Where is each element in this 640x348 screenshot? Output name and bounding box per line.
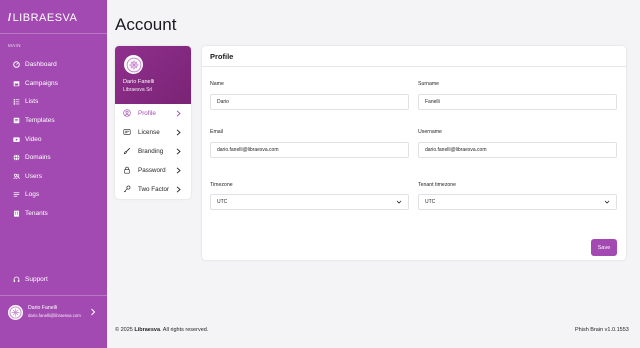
chevron-right-icon — [176, 129, 181, 136]
sidebar-item-label: Users — [25, 172, 42, 180]
sidebar-item-support[interactable]: Support — [13, 273, 48, 285]
chevron-right-icon — [176, 110, 181, 117]
current-user-name: Dario Fanelli — [28, 305, 58, 311]
sidebar-item-users[interactable]: Users — [13, 170, 42, 182]
current-user-menu[interactable]: Dario Fanelli dario.fanelli@libraesva.co… — [8, 303, 100, 321]
globe-icon — [13, 153, 20, 161]
profile-avatar — [124, 55, 143, 74]
license-icon — [123, 128, 131, 136]
email-label: Email — [210, 129, 223, 135]
app-version: Phish Brain v1.0.1553 — [575, 327, 629, 333]
sidebar-section-label: MAIN — [8, 43, 21, 48]
template-icon — [13, 117, 20, 124]
avatar — [8, 304, 23, 320]
sidebar-item-video[interactable]: Video — [13, 133, 42, 145]
profile-header: Dario Fanelli Libraesva Srl — [115, 46, 191, 104]
username-label: Username — [418, 129, 442, 135]
copyright-prefix: © 2025 — [115, 327, 135, 333]
calendar-icon — [13, 80, 20, 87]
sidebar-item-label: Support — [25, 275, 48, 283]
form-divider — [202, 66, 626, 67]
surname-label: Surname — [418, 81, 440, 87]
surname-field[interactable]: Fanelli — [418, 94, 617, 110]
name-field[interactable]: Dario — [210, 94, 409, 110]
sidebar-item-dashboard[interactable]: Dashboard — [13, 58, 57, 70]
chevron-right-icon — [176, 186, 181, 193]
sidebar-item-label: Templates — [25, 116, 55, 124]
sidebar: /LIBRAESVA MAIN Dashboard Campaigns List… — [0, 0, 107, 348]
sidebar-divider — [0, 33, 107, 34]
dashboard-icon — [13, 60, 20, 68]
footer-copyright: © 2025 Libraesva. All rights reserved. — [115, 327, 208, 333]
sidebar-item-templates[interactable]: Templates — [13, 114, 55, 126]
logs-icon — [13, 191, 20, 198]
account-menu-password[interactable]: Password — [115, 161, 191, 179]
headset-icon — [13, 276, 20, 283]
profile-form-card: Profile Name Dario Surname Fanelli Email… — [202, 46, 626, 260]
list-icon — [13, 98, 20, 105]
account-menu-label: Password — [138, 166, 166, 174]
account-menu-label: Two Factor — [138, 185, 170, 193]
sidebar-item-campaigns[interactable]: Campaigns — [13, 77, 58, 89]
sidebar-item-tenants[interactable]: Tenants — [13, 207, 48, 219]
chevron-down-icon — [604, 200, 610, 204]
tenant-timezone-select[interactable]: UTC — [418, 194, 617, 210]
timezone-value: UTC — [217, 199, 228, 205]
users-icon — [13, 173, 20, 180]
video-icon — [13, 136, 20, 143]
page-title: Account — [115, 15, 177, 34]
tenant-timezone-value: UTC — [425, 199, 436, 205]
footer-brand[interactable]: Libraesva — [134, 327, 160, 333]
account-menu-license[interactable]: License — [115, 123, 191, 141]
email-field[interactable]: dario.fanelli@libraesva.com — [210, 142, 409, 158]
lock-icon — [123, 166, 131, 174]
account-menu-card: Dario Fanelli Libraesva Srl Profile Lice… — [115, 46, 191, 199]
brush-icon — [123, 147, 131, 155]
chevron-right-icon — [91, 308, 96, 316]
account-menu-two-factor[interactable]: Two Factor — [115, 180, 191, 198]
chevron-down-icon — [396, 200, 402, 204]
sidebar-item-label: Video — [25, 135, 42, 143]
profile-company: Libraesva Srl — [123, 87, 153, 93]
user-circle-icon — [123, 109, 131, 117]
key-icon — [123, 185, 131, 193]
chevron-right-icon — [176, 167, 181, 174]
account-menu-label: Profile — [138, 109, 156, 117]
sidebar-item-logs[interactable]: Logs — [13, 188, 39, 200]
sidebar-divider — [0, 295, 107, 296]
chevron-right-icon — [176, 148, 181, 155]
save-button[interactable]: Save — [591, 239, 617, 256]
libraesva-logo[interactable]: /LIBRAESVA — [8, 12, 77, 24]
sidebar-item-label: Logs — [25, 190, 40, 198]
sidebar-item-label: Dashboard — [25, 60, 57, 68]
sidebar-item-label: Tenants — [25, 209, 48, 217]
account-menu-branding[interactable]: Branding — [115, 142, 191, 160]
account-menu-label: License — [138, 128, 160, 136]
account-menu-label: Branding — [138, 147, 164, 155]
logo-text: LIBRAESVA — [12, 12, 78, 24]
building-icon — [13, 210, 20, 217]
current-user-email: dario.fanelli@libraesva.com — [28, 313, 81, 318]
timezone-label: Timezone — [210, 182, 233, 188]
copyright-suffix: . All rights reserved. — [160, 327, 209, 333]
form-title: Profile — [210, 52, 234, 61]
name-label: Name — [210, 81, 224, 87]
sidebar-item-domains[interactable]: Domains — [13, 151, 51, 163]
timezone-select[interactable]: UTC — [210, 194, 409, 210]
sidebar-item-label: Domains — [25, 153, 51, 161]
sidebar-item-label: Campaigns — [25, 79, 58, 87]
sidebar-item-lists[interactable]: Lists — [13, 95, 38, 107]
profile-name: Dario Fanelli — [123, 79, 155, 85]
sidebar-item-label: Lists — [25, 97, 39, 105]
account-menu-profile[interactable]: Profile — [115, 104, 191, 122]
username-field[interactable]: dario.fanelli@libraesva.com — [418, 142, 617, 158]
tenant-timezone-label: Tenant timezone — [418, 182, 457, 188]
